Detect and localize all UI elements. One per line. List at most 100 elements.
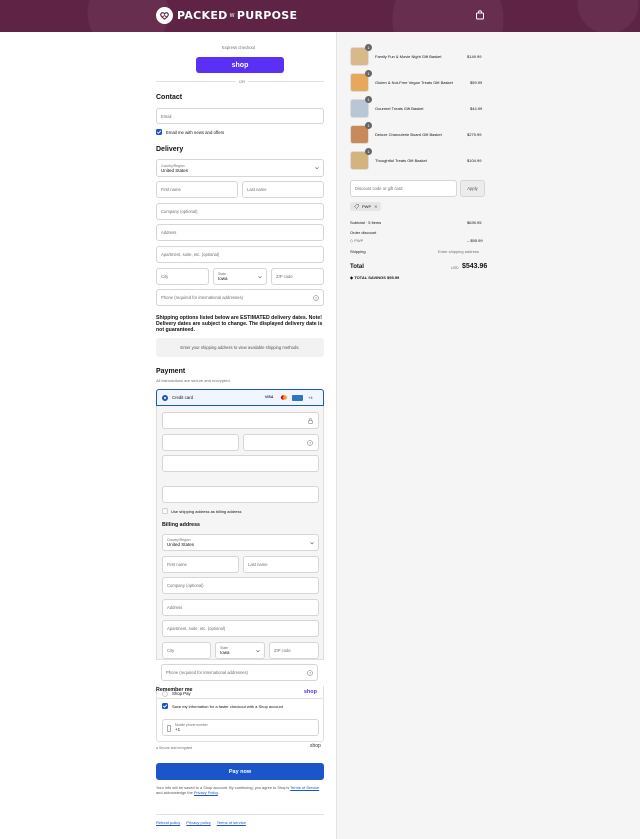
billing-apartment-placeholder: Apartment, suite, etc. (optional)	[167, 626, 226, 631]
help-circle-icon[interactable]: ?	[313, 295, 319, 301]
company-field[interactable]: Company (optional)	[156, 203, 324, 220]
list-item: 1 Gourmet Treats Gift Basket $44.99	[350, 96, 485, 119]
payment-subtitle: All transactions are secure and encrypte…	[156, 378, 231, 383]
use-shipping-checkbox[interactable]	[162, 508, 168, 514]
item-name: Gourmet Treats Gift Basket	[375, 106, 424, 111]
help-circle-icon[interactable]: ?	[307, 670, 313, 676]
billing-country-select[interactable]: Country/Region United States	[162, 534, 319, 551]
privacy-link[interactable]: Privacy Policy	[194, 790, 218, 795]
shop-pay-express-button[interactable]: shop	[196, 57, 284, 73]
chevron-down-icon	[258, 275, 262, 278]
state-select[interactable]: State Iowa	[213, 268, 267, 285]
email-placeholder: Email	[161, 113, 172, 119]
name-on-card-field[interactable]	[162, 455, 319, 472]
city-placeholder: City	[161, 274, 169, 279]
discount-code-placeholder: Discount code or gift card	[355, 186, 403, 191]
billing-first-name-field[interactable]: First name	[162, 556, 239, 573]
last-name-field[interactable]: Last name	[242, 181, 324, 198]
legal-and: and acknowledge the	[156, 790, 193, 795]
item-name: Gluten & Nut-Free Vegan Treats Gift Bask…	[375, 80, 453, 85]
refund-policy-link[interactable]: Refund policy	[156, 820, 180, 825]
credit-card-radio[interactable]	[162, 395, 168, 401]
last-name-placeholder: Last name	[247, 187, 267, 192]
shop-pay-logo: shop	[303, 689, 317, 695]
svg-text:?: ?	[309, 671, 311, 675]
security-code-field[interactable]: ?	[243, 434, 319, 451]
news-checkbox[interactable]	[156, 129, 162, 135]
lock-icon	[308, 418, 313, 424]
billing-first-name-placeholder: First name	[167, 562, 187, 567]
first-name-field[interactable]: First name	[156, 181, 238, 198]
country-select[interactable]: Country/Region United States	[156, 159, 324, 177]
city-field[interactable]: City	[156, 268, 209, 285]
email-field[interactable]: Email	[156, 108, 324, 124]
list-item: 1 Deluxe Charcuterie Board Gift Basket $…	[350, 122, 485, 145]
heart-hands-icon	[156, 7, 173, 24]
checkout-form: Express checkout shop OR Contact Email E…	[0, 32, 336, 839]
quantity-badge: 1	[365, 148, 372, 155]
brand-logo[interactable]: PACKED W PURPOSE	[156, 7, 297, 24]
total-savings-label: TOTAL SAVINGS	[354, 275, 386, 280]
use-shipping-label: Use shipping address as billing address	[171, 508, 242, 514]
discount-tag: PWP ✕	[350, 202, 382, 211]
help-circle-icon[interactable]: ?	[307, 440, 313, 446]
credit-card-option[interactable]: Credit card VISA +4	[156, 389, 324, 406]
billing-company-placeholder: Company (optional)	[167, 583, 204, 588]
billing-phone-field[interactable]: Phone (required for international addres…	[161, 664, 318, 681]
card-number-field[interactable]	[162, 412, 319, 429]
remove-discount-icon[interactable]: ✕	[374, 204, 377, 209]
billing-address-field[interactable]: Address	[162, 599, 319, 616]
mastercard-icon	[280, 395, 288, 400]
state-value: Iowa	[218, 276, 228, 281]
zip-field[interactable]: ZIP code	[271, 268, 324, 285]
order-discount-code-text: PWP	[354, 238, 364, 243]
item-name: Deluxe Charcuterie Board Gift Basket	[375, 132, 442, 137]
save-info-label: Save my information for a faster checkou…	[172, 703, 283, 709]
mobile-phone-field[interactable]: Mobile phone number +1	[162, 719, 319, 736]
shipping-label: Shipping	[350, 249, 366, 254]
news-checkbox-label: Email me with news and offers	[166, 129, 225, 135]
visa-icon: VISA	[265, 395, 274, 399]
phone-field[interactable]: Phone (required for international addres…	[156, 289, 324, 306]
apartment-placeholder: Apartment, suite, etc. (optional)	[161, 252, 220, 257]
shop-pay-logo-text: shop	[231, 61, 249, 69]
save-info-checkbox[interactable]	[162, 703, 168, 709]
billing-company-field[interactable]: Company (optional)	[162, 577, 319, 594]
total-savings-value: $95.99	[387, 275, 400, 280]
currency-code: USD	[451, 265, 459, 270]
chevron-down-icon	[256, 649, 260, 652]
footer-divider	[156, 814, 324, 815]
terms-of-service-link[interactable]: Terms of service	[217, 820, 246, 825]
mobile-phone-value: +1	[175, 727, 181, 732]
quantity-badge: 1	[365, 70, 372, 77]
billing-zip-field[interactable]: ZIP code	[269, 642, 319, 659]
subtotal-value: $639.95	[467, 220, 482, 225]
billing-last-name-field[interactable]: Last name	[243, 556, 319, 573]
privacy-policy-link[interactable]: Privacy policy	[186, 820, 210, 825]
apply-button[interactable]: Apply	[460, 180, 485, 197]
billing-country-value: United States	[167, 542, 195, 547]
terms-link[interactable]: Terms of Service	[290, 785, 319, 790]
billing-apartment-field[interactable]: Apartment, suite, etc. (optional)	[162, 620, 319, 637]
pay-now-button[interactable]: Pay now	[156, 763, 324, 780]
credit-card-panel: ? Use shipping address as billing addres…	[156, 406, 324, 660]
discount-tag-code: PWP	[362, 204, 372, 209]
billing-city-field[interactable]: City	[162, 642, 211, 659]
tag-icon: ◆	[350, 275, 354, 280]
discount-code-field[interactable]: Discount code or gift card	[350, 180, 457, 197]
item-name: Thoughtful Treats Gift Basket	[375, 158, 427, 163]
contact-heading: Contact	[156, 94, 183, 101]
shipping-methods-message: Enter your shipping address to view avai…	[156, 338, 324, 357]
billing-state-select[interactable]: State Iowa	[215, 642, 265, 659]
billing-phone-placeholder: Phone (required for international addres…	[166, 670, 248, 675]
name-on-card-field[interactable]	[162, 486, 319, 503]
shopping-bag-icon[interactable]	[475, 10, 485, 20]
expiration-field[interactable]	[162, 434, 239, 451]
item-price: $279.99	[467, 132, 482, 137]
apartment-field[interactable]: Apartment, suite, etc. (optional)	[156, 246, 324, 263]
order-discount-label: Order discount	[350, 230, 377, 235]
brand-wordmark: PACKED W PURPOSE	[177, 9, 298, 22]
item-name: Family Fun & Movie Night Gift Basket	[375, 54, 442, 59]
address-field[interactable]: Address	[156, 224, 324, 241]
shipping-notice: Shipping options listed below are ESTIMA…	[156, 315, 323, 333]
